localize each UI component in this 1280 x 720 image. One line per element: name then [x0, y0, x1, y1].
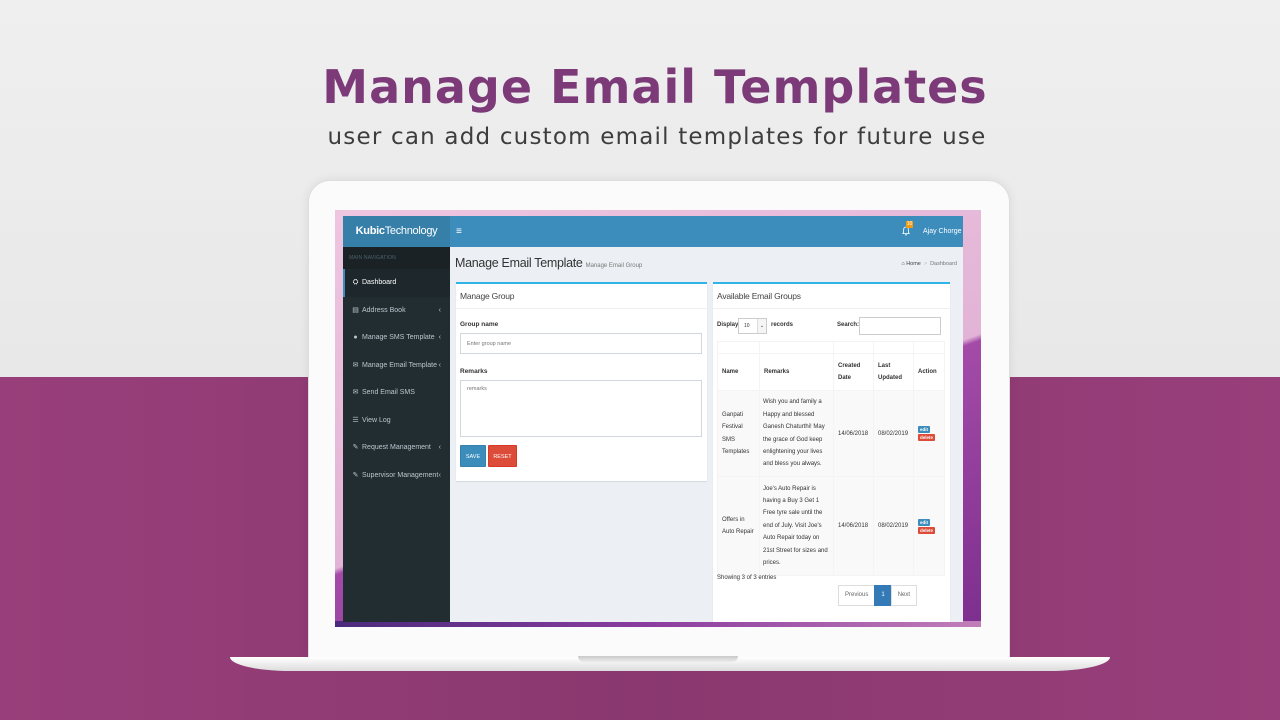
table-info: Showing 3 of 3 entries [717, 575, 777, 581]
sidebar-item-address-book[interactable]: ▤ Address Book ‹ [343, 297, 450, 325]
sidebar-item-label: Address Book [362, 306, 406, 314]
chevron-down-icon: ⌄ [757, 319, 766, 333]
edit-icon: ✎ [352, 444, 359, 451]
column-header-created[interactable]: Created Date [833, 353, 874, 391]
group-name-label: Group name [460, 321, 499, 328]
table-spacer-row [717, 341, 945, 354]
sidebar-item-label: Send Email SMS [362, 389, 415, 396]
chevron-left-icon: ‹ [438, 444, 441, 451]
laptop-screen: KubicTechnology ≡ 10 Ajay Chorge MAIN NA… [335, 210, 981, 627]
column-header-remarks[interactable]: Remarks [759, 353, 834, 391]
menu-toggle-icon[interactable]: ≡ [456, 216, 462, 247]
cell-created: 14/06/2018 [833, 476, 874, 576]
email-groups-panel: Available Email Groups Display 10 ⌄ reco… [713, 282, 950, 622]
sidebar-item-dashboard[interactable]: ⛭ Dashboard [343, 269, 450, 297]
remarks-textarea[interactable] [460, 380, 702, 437]
cell-remarks: Joe's Auto Repair is having a Buy 3 Get … [759, 476, 834, 576]
breadcrumb-current: Dashboard [930, 261, 957, 267]
sidebar-item-supervisor-management[interactable]: ✎ Supervisor Management ‹ [343, 462, 450, 490]
cell-updated: 08/02/2019 [873, 390, 914, 477]
chevron-left-icon: ‹ [438, 306, 441, 314]
chevron-left-icon: ‹ [438, 471, 441, 479]
app-logo[interactable]: KubicTechnology [343, 216, 450, 247]
app-window: KubicTechnology ≡ 10 Ajay Chorge MAIN NA… [343, 216, 963, 622]
home-icon: ⌂ [901, 261, 905, 267]
main-content: Manage Email Template Manage Email Group … [450, 247, 963, 622]
pagination-previous[interactable]: Previous [838, 585, 876, 606]
pagination-next[interactable]: Next [890, 585, 918, 606]
manage-group-title: Manage Group [456, 284, 707, 309]
search-input[interactable] [859, 317, 941, 335]
remarks-label: Remarks [460, 368, 488, 375]
envelope-icon: ✉ [352, 389, 359, 396]
table-header-row: Name Remarks Created Date Last Updated A… [717, 353, 945, 391]
search-label: Search: [837, 322, 860, 328]
page-title: Manage Email Template Manage Email Group [455, 256, 642, 270]
email-groups-table: Name Remarks Created Date Last Updated A… [717, 341, 945, 576]
column-header-action: Action [913, 353, 945, 391]
sidebar-item-label: Supervisor Management [362, 471, 439, 479]
chevron-left-icon: ‹ [438, 334, 441, 341]
cell-created: 14/06/2018 [833, 390, 874, 477]
cell-updated: 08/02/2019 [873, 476, 914, 576]
laptop-notch [578, 656, 738, 662]
page-size-value: 10 [744, 323, 750, 329]
hero-title: Manage Email Templates [322, 60, 988, 114]
group-name-input[interactable] [460, 333, 702, 354]
envelope-outline-icon: ✉ [352, 361, 359, 369]
comment-icon: ● [353, 334, 358, 341]
manage-group-panel: Manage Group Group name Remarks SAVE RES… [456, 282, 707, 481]
sidebar-item-label: Request Management [362, 444, 431, 451]
nav-list: ⛭ Dashboard ▤ Address Book ‹ ● Manage SMS Temp… [343, 269, 450, 489]
sidebar-item-label: Manage Email Template [362, 361, 437, 369]
logo-rest: Technology [384, 225, 438, 237]
sidebar-item-manage-sms-template[interactable]: ● Manage SMS Template ‹ [343, 324, 450, 352]
notification-badge: 10 [906, 221, 913, 228]
column-header-updated[interactable]: Last Updated [873, 353, 914, 391]
dashboard-icon: ⛭ [352, 279, 359, 286]
column-header-name[interactable]: Name [717, 353, 760, 391]
logo-bold: Kubic [355, 225, 385, 237]
book-icon: ▤ [352, 306, 359, 314]
nav-header: MAIN NAVIGATION [343, 247, 450, 269]
delete-button[interactable]: delete [918, 526, 936, 534]
reset-button[interactable]: RESET [488, 445, 517, 467]
page-size-select[interactable]: 10 ⌄ [738, 318, 767, 334]
top-navbar: KubicTechnology ≡ 10 Ajay Chorge [343, 216, 963, 247]
records-label: records [771, 322, 794, 328]
sidebar-item-label: Dashboard [362, 279, 397, 286]
cell-remarks: Wish you and family a Happy and blessed … [759, 390, 834, 477]
save-button[interactable]: SAVE [460, 445, 486, 467]
breadcrumb-home[interactable]: Home [906, 261, 921, 267]
cell-actions: edit delete [913, 390, 945, 477]
table-row: Offers in Auto Repair Joe's Auto Repair … [717, 476, 945, 576]
breadcrumb-separator: > [923, 261, 928, 267]
table-row: Ganpati Festival SMS Templates Wish you … [717, 390, 945, 477]
pagination-page-1[interactable]: 1 [874, 585, 892, 606]
pagination: Previous 1 Next [838, 585, 918, 606]
list-icon: ☰ [352, 416, 359, 424]
edit-button[interactable]: edit [918, 426, 931, 433]
page-subtitle: Manage Email Group [585, 263, 643, 269]
sidebar-item-label: View Log [362, 416, 391, 424]
chevron-left-icon: ‹ [438, 361, 441, 369]
display-label: Display [717, 322, 739, 328]
sidebar-item-request-management[interactable]: ✎ Request Management ‹ [343, 434, 450, 462]
delete-button[interactable]: delete [918, 434, 936, 441]
cell-actions: edit delete [913, 476, 945, 576]
edit-icon: ✎ [352, 471, 359, 479]
breadcrumb: ⌂ Home > Dashboard [901, 261, 957, 267]
cell-name: Ganpati Festival SMS Templates [717, 390, 760, 477]
page-title-text: Manage Email Template [455, 256, 583, 270]
sidebar-item-view-log[interactable]: ☰ View Log [343, 407, 450, 435]
email-groups-title: Available Email Groups [713, 284, 950, 309]
cell-name: Offers in Auto Repair [717, 476, 760, 576]
hero-subtitle: user can add custom email templates for … [327, 124, 987, 150]
sidebar-item-label: Manage SMS Template [362, 334, 435, 341]
sidebar-item-send-email-sms[interactable]: ✉ Send Email SMS [343, 379, 450, 407]
sidebar: MAIN NAVIGATION ⛭ Dashboard ▤ Address Book ‹… [343, 247, 450, 622]
user-menu[interactable]: Ajay Chorge [923, 216, 962, 247]
edit-button[interactable]: edit [918, 518, 931, 526]
sidebar-item-manage-email-template[interactable]: ✉ Manage Email Template ‹ [343, 352, 450, 380]
